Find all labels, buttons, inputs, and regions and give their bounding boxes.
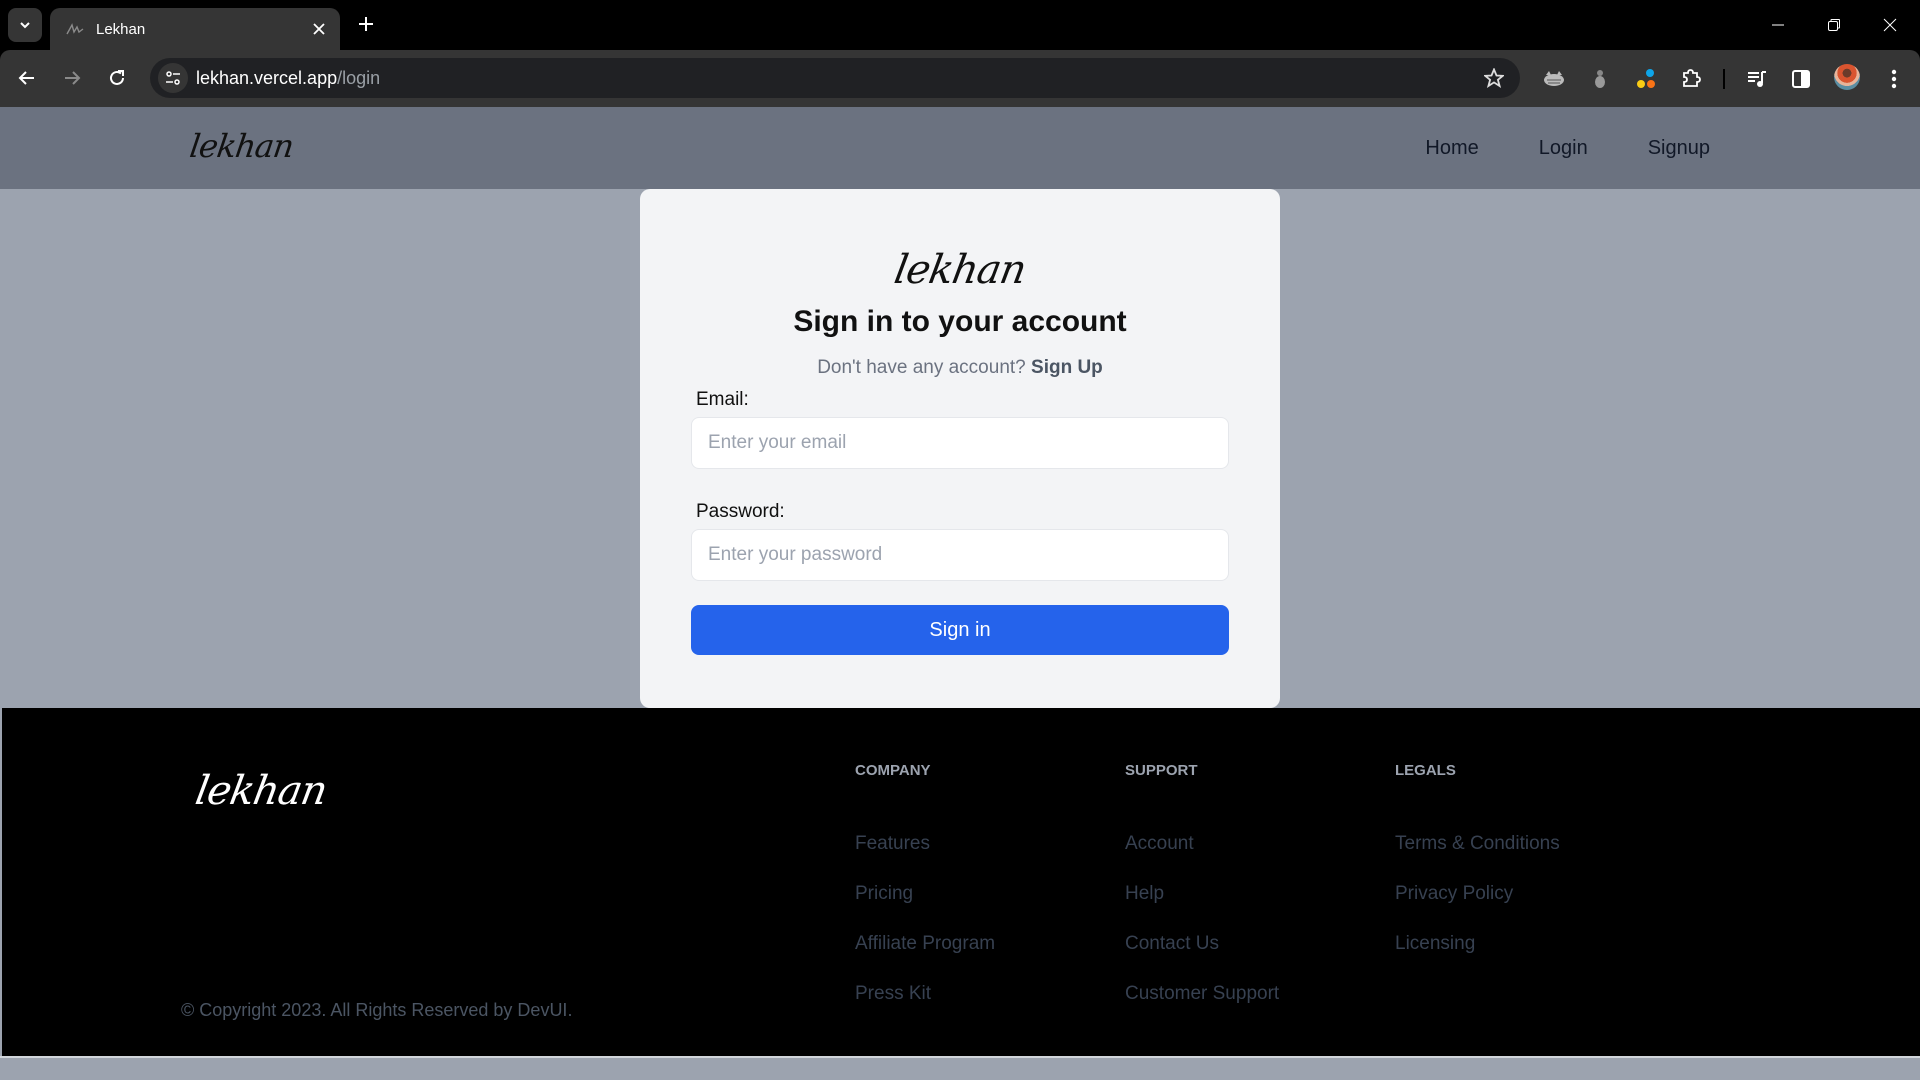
- window-restore-button[interactable]: [1806, 0, 1862, 50]
- footer-link-affiliate[interactable]: Affiliate Program: [855, 933, 995, 954]
- password-field[interactable]: [691, 529, 1229, 581]
- puzzle-icon: [1683, 69, 1701, 87]
- back-button[interactable]: [10, 61, 44, 95]
- footer-link-account[interactable]: Account: [1125, 833, 1194, 854]
- footer-column-company: Company Features Pricing Affiliate Progr…: [855, 762, 995, 1033]
- nav-link-login[interactable]: Login: [1539, 137, 1588, 160]
- page-viewport: lekhan Home Login Signup lekhan Sign in …: [0, 107, 1920, 1080]
- footer-link-terms[interactable]: Terms & Conditions: [1395, 833, 1560, 854]
- address-bar[interactable]: lekhan.vercel.app/login: [150, 58, 1520, 98]
- footer-column-support: Support Account Help Contact Us Customer…: [1125, 762, 1279, 1033]
- footer-heading: Company: [855, 762, 931, 779]
- sign-in-button[interactable]: Sign in: [691, 605, 1229, 655]
- email-label: Email:: [696, 389, 749, 410]
- restore-icon: [1828, 19, 1840, 31]
- footer-link-licensing[interactable]: Licensing: [1395, 933, 1475, 954]
- navbar-logo[interactable]: lekhan: [187, 127, 295, 165]
- side-panel-icon: [1792, 70, 1810, 88]
- media-queue-icon: [1748, 71, 1766, 87]
- new-tab-button[interactable]: [352, 10, 380, 38]
- arrow-right-icon: [65, 71, 81, 85]
- lekhan-favicon-icon: [66, 22, 84, 36]
- nav-link-home[interactable]: Home: [1425, 137, 1478, 160]
- browser-tab-strip: Lekhan: [0, 0, 1920, 50]
- nav-link-signup[interactable]: Signup: [1648, 137, 1710, 160]
- forward-button[interactable]: [55, 61, 89, 95]
- login-card: lekhan Sign in to your account Don't hav…: [640, 189, 1280, 708]
- tune-icon: [166, 71, 180, 85]
- browser-menu-button[interactable]: [1878, 63, 1910, 95]
- footer-link-privacy[interactable]: Privacy Policy: [1395, 883, 1513, 904]
- page-bottom-strip: [0, 1056, 1920, 1080]
- url-host: lekhan.vercel.app: [196, 68, 338, 88]
- side-panel-button[interactable]: [1785, 63, 1817, 95]
- toolbar-separator: [1723, 69, 1725, 89]
- extensions-menu-button[interactable]: [1675, 63, 1707, 95]
- browser-toolbar: lekhan.vercel.app/login: [0, 50, 1920, 107]
- footer-logo[interactable]: lekhan: [192, 768, 330, 814]
- footer-link-press-kit[interactable]: Press Kit: [855, 983, 931, 1004]
- extension-button[interactable]: [1538, 63, 1570, 95]
- site-footer: lekhan © Copyright 2023. All Rights Rese…: [2, 708, 1920, 1056]
- card-logo: lekhan: [890, 247, 1030, 293]
- reload-button[interactable]: [100, 61, 134, 95]
- copyright-text: © Copyright 2023. All Rights Reserved by…: [181, 1000, 573, 1020]
- arrow-left-icon: [18, 71, 34, 85]
- footer-link-features[interactable]: Features: [855, 833, 930, 854]
- signup-prompt-text: Don't have any account?: [817, 357, 1026, 378]
- extension-button[interactable]: [1630, 63, 1662, 95]
- extension-dots-icon: [1637, 69, 1655, 88]
- nav-links: Home Login Signup: [1425, 107, 1710, 189]
- footer-link-customer-support[interactable]: Customer Support: [1125, 983, 1279, 1004]
- window-close-button[interactable]: [1862, 0, 1918, 50]
- footer-column-legals: Legals Terms & Conditions Privacy Policy…: [1395, 762, 1560, 983]
- browser-tab[interactable]: Lekhan: [50, 8, 340, 50]
- window-minimize-button[interactable]: [1750, 0, 1806, 50]
- bookmark-button[interactable]: [1482, 66, 1506, 90]
- footer-link-pricing[interactable]: Pricing: [855, 883, 913, 904]
- tab-title: Lekhan: [96, 20, 146, 38]
- signup-prompt: Don't have any account? Sign Up: [640, 357, 1280, 379]
- tab-close-button[interactable]: [306, 16, 332, 42]
- signup-link[interactable]: Sign Up: [1031, 357, 1103, 378]
- extension-button[interactable]: [1584, 63, 1616, 95]
- close-icon: [313, 23, 325, 35]
- kebab-menu-icon: [1891, 69, 1897, 89]
- url-text[interactable]: lekhan.vercel.app/login: [196, 58, 380, 98]
- reload-icon: [110, 70, 124, 85]
- footer-link-help[interactable]: Help: [1125, 883, 1164, 904]
- tab-search-button[interactable]: [8, 8, 42, 42]
- url-path: /login: [337, 68, 381, 88]
- minimize-icon: [1772, 24, 1784, 26]
- extension-bug-icon: [1595, 70, 1605, 88]
- footer-link-contact[interactable]: Contact Us: [1125, 933, 1219, 954]
- page-title: Sign in to your account: [793, 305, 1127, 338]
- site-navbar: lekhan Home Login Signup: [0, 107, 1920, 189]
- email-field[interactable]: [691, 417, 1229, 469]
- footer-heading: Support: [1125, 762, 1198, 779]
- plus-icon: [359, 17, 373, 31]
- close-icon: [1883, 18, 1897, 32]
- media-control-button[interactable]: [1741, 63, 1773, 95]
- extension-cat-icon: [1544, 71, 1564, 86]
- password-label: Password:: [696, 501, 785, 522]
- profile-avatar[interactable]: [1834, 64, 1860, 90]
- site-info-button[interactable]: [158, 63, 188, 93]
- chevron-down-icon: [20, 22, 30, 29]
- star-icon: [1484, 68, 1504, 88]
- footer-heading: Legals: [1395, 762, 1456, 779]
